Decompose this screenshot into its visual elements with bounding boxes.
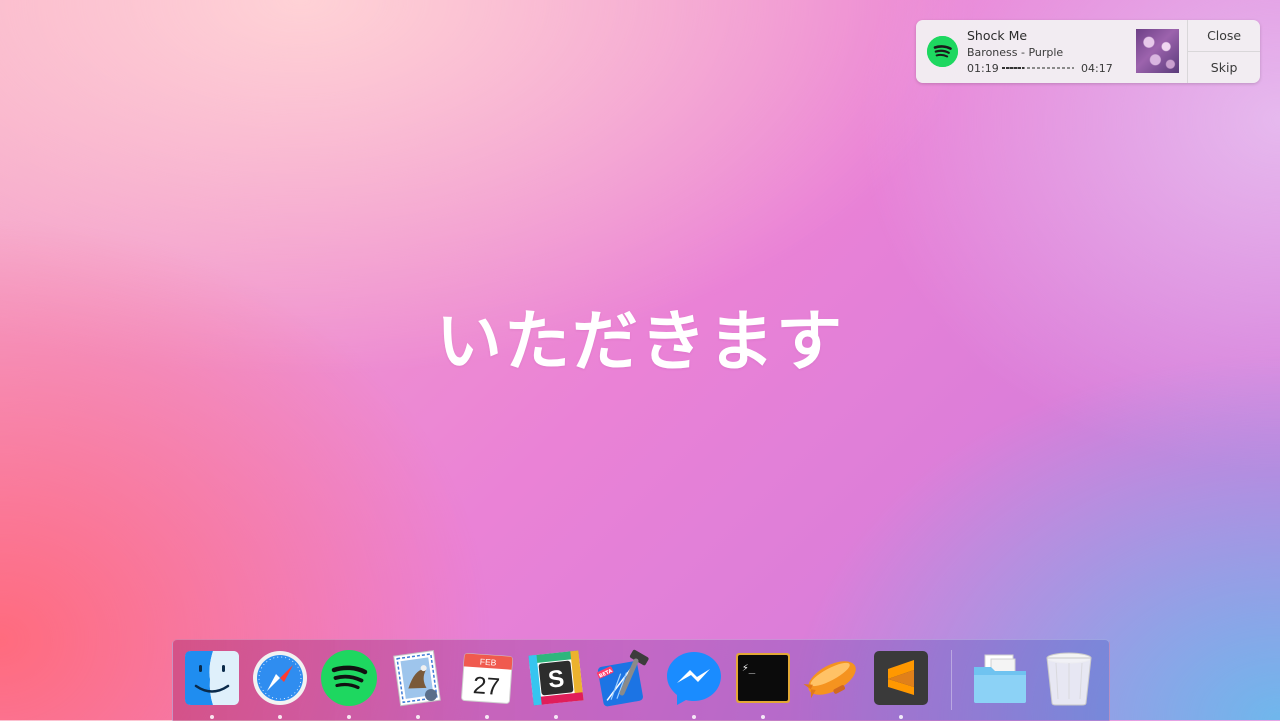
dock-item-finder[interactable] (183, 649, 241, 707)
dock-item-documents[interactable] (971, 649, 1029, 707)
dock-item-slack[interactable]: S (527, 649, 585, 707)
safari-icon (253, 651, 307, 705)
dock-item-messenger[interactable] (665, 649, 723, 707)
dock-item-sublime-text[interactable] (872, 649, 930, 707)
running-indicator (416, 715, 420, 719)
notification-body[interactable]: Shock Me Baroness - Purple 01:19 04:17 (916, 20, 1187, 83)
zeppelin-icon (803, 661, 856, 699)
messenger-icon (667, 652, 721, 705)
dock-separator (951, 650, 952, 710)
xcode-icon: BETA (596, 649, 649, 707)
notification-actions: Close Skip (1187, 20, 1260, 83)
skip-button[interactable]: Skip (1188, 51, 1260, 83)
now-playing-notification[interactable]: Shock Me Baroness - Purple 01:19 04:17 C… (916, 20, 1260, 83)
running-indicator (899, 715, 903, 719)
calendar-icon: FEB 27 (461, 653, 513, 704)
spotify-icon (927, 36, 958, 67)
track-progress-fill (1002, 67, 1025, 69)
dock-item-mail[interactable] (389, 649, 447, 707)
track-progress-bar (1002, 67, 1074, 69)
running-indicator (554, 715, 558, 719)
artist-album: Baroness - Purple (967, 46, 1064, 59)
terminal-icon: ⚡_ (736, 653, 790, 703)
desktop-text: いただきます (436, 303, 844, 380)
album-art (1136, 29, 1179, 73)
close-button[interactable]: Close (1188, 20, 1260, 51)
svg-text:S: S (547, 665, 566, 694)
dock-item-calendar[interactable]: FEB 27 (458, 649, 516, 707)
running-indicator (210, 715, 214, 719)
running-indicator (761, 715, 765, 719)
dock-item-terminal[interactable]: ⚡_ (734, 649, 792, 707)
running-indicator (278, 715, 282, 719)
spotify-icon (321, 650, 377, 706)
track-title: Shock Me (967, 28, 1028, 43)
calendar-month: FEB (480, 656, 498, 667)
dock-item-xcode-beta[interactable]: BETA (596, 649, 654, 707)
dock-item-safari[interactable] (251, 649, 309, 707)
dock: FEB 27 S BETA ⚡_ (172, 639, 1110, 721)
terminal-prompt: ⚡_ (742, 661, 756, 674)
calendar-day: 27 (472, 672, 501, 701)
mail-icon (393, 650, 441, 707)
running-indicator (692, 715, 696, 719)
dock-item-zeppelin-app[interactable] (803, 649, 861, 707)
slack-icon: S (528, 650, 584, 706)
finder-icon (185, 651, 239, 705)
elapsed-time: 01:19 (967, 62, 999, 75)
running-indicator (347, 715, 351, 719)
dock-item-trash[interactable] (1040, 649, 1098, 707)
running-indicator (485, 715, 489, 719)
dock-item-spotify[interactable] (320, 649, 378, 707)
trash-icon (1046, 652, 1092, 706)
sublime-icon (874, 651, 928, 705)
total-time: 04:17 (1081, 62, 1113, 75)
folder-icon (974, 654, 1026, 703)
